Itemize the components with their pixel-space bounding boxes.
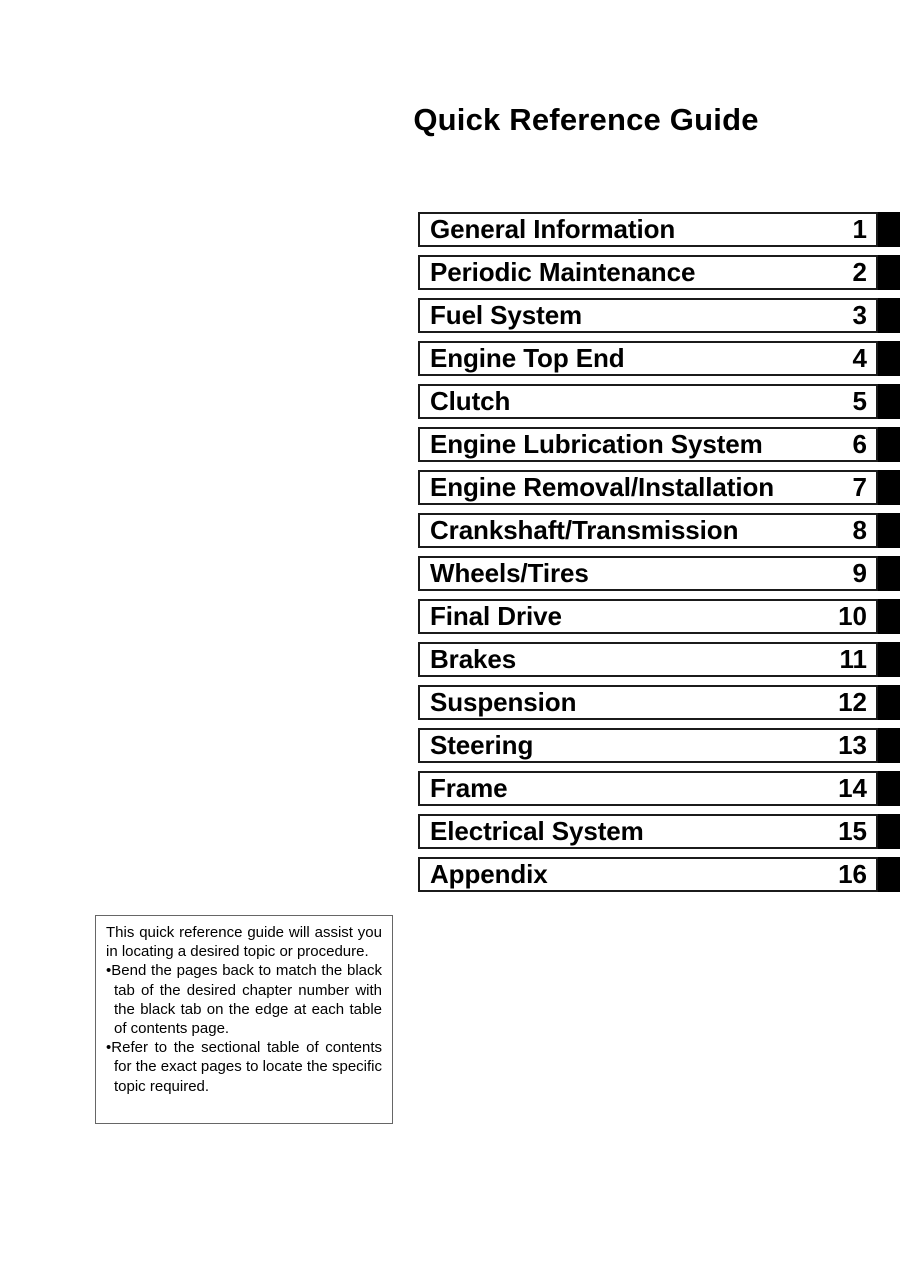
note-bullet-text: Bend the pages back to match the black t… [111,962,382,1038]
chapter-name: Fuel System [430,300,583,330]
chapter-edge-tab [878,341,900,376]
chapter-box[interactable]: Fuel System 3 [418,298,878,333]
chapter-box[interactable]: Suspension 12 [418,685,878,720]
chapter-row[interactable]: Final Drive 10 [418,599,900,642]
chapter-edge-tab [878,642,900,677]
chapter-row[interactable]: Brakes 11 [418,642,900,685]
chapter-row[interactable]: Engine Top End 4 [418,341,900,384]
chapter-number: 1 [852,214,867,244]
chapter-name: Periodic Maintenance [430,257,696,287]
chapter-row[interactable]: Engine Lubrication System 6 [418,427,900,470]
usage-instructions-box: This quick reference guide will assist y… [95,915,393,1124]
chapter-name: Engine Removal/Installation [430,472,775,502]
chapter-edge-tab [878,212,900,247]
chapter-number: 14 [838,773,867,803]
chapter-edge-tab [878,255,900,290]
chapter-edge-tab [878,298,900,333]
note-bullet-text: Refer to the sectional table of contents… [111,1039,382,1095]
chapter-number: 8 [852,515,867,545]
chapter-box[interactable]: Wheels/Tires 9 [418,556,878,591]
chapter-row[interactable]: General Information 1 [418,212,900,255]
chapter-number: 15 [838,816,867,846]
chapter-row[interactable]: Clutch 5 [418,384,900,427]
chapter-box[interactable]: Periodic Maintenance 2 [418,255,878,290]
chapter-row[interactable]: Engine Removal/Installation 7 [418,470,900,513]
chapter-row[interactable]: Fuel System 3 [418,298,900,341]
chapter-number: 3 [852,300,867,330]
chapter-name: Final Drive [430,601,562,631]
chapter-number: 7 [852,472,867,502]
chapter-box[interactable]: Frame 14 [418,771,878,806]
chapter-box[interactable]: Clutch 5 [418,384,878,419]
chapter-name: Clutch [430,386,511,416]
chapter-box[interactable]: Engine Lubrication System 6 [418,427,878,462]
chapter-box[interactable]: Steering 13 [418,728,878,763]
chapter-box[interactable]: Crankshaft/Transmission 8 [418,513,878,548]
chapter-edge-tab [878,427,900,462]
chapter-row[interactable]: Suspension 12 [418,685,900,728]
chapter-edge-tab [878,470,900,505]
note-bullet-item: •Bend the pages back to match the black … [106,961,382,1038]
chapter-edge-tab [878,384,900,419]
chapter-number: 11 [839,644,868,674]
page-title: Quick Reference Guide [0,100,900,140]
chapter-name: Electrical System [430,816,644,846]
chapter-row[interactable]: Periodic Maintenance 2 [418,255,900,298]
chapter-row[interactable]: Electrical System 15 [418,814,900,857]
chapter-edge-tab [878,599,900,634]
chapter-name: Steering [430,730,534,760]
chapter-name: Engine Top End [430,343,625,373]
chapter-edge-tab [878,814,900,849]
chapter-name: Suspension [430,687,577,717]
chapter-row[interactable]: Frame 14 [418,771,900,814]
chapter-edge-tab [878,771,900,806]
note-intro-text: This quick reference guide will assist y… [106,924,382,961]
chapter-name: Appendix [430,859,548,889]
chapter-edge-tab [878,513,900,548]
chapter-number: 9 [852,558,867,588]
chapter-tab-list: General Information 1 Periodic Maintenan… [418,212,900,900]
chapter-edge-tab [878,857,900,892]
chapter-number: 4 [852,343,867,373]
chapter-number: 16 [838,859,867,889]
chapter-box[interactable]: Engine Removal/Installation 7 [418,470,878,505]
chapter-name: General Information [430,214,676,244]
chapter-number: 6 [852,429,867,459]
chapter-box[interactable]: Engine Top End 4 [418,341,878,376]
chapter-edge-tab [878,556,900,591]
chapter-name: Wheels/Tires [430,558,589,588]
chapter-box[interactable]: Electrical System 15 [418,814,878,849]
chapter-box[interactable]: Appendix 16 [418,857,878,892]
chapter-name: Frame [430,773,508,803]
chapter-name: Brakes [430,644,517,674]
page-title-text: Quick Reference Guide [413,102,759,137]
chapter-box[interactable]: Brakes 11 [418,642,878,677]
chapter-row[interactable]: Steering 13 [418,728,900,771]
chapter-number: 12 [838,687,867,717]
chapter-number: 2 [852,257,867,287]
chapter-name: Engine Lubrication System [430,429,763,459]
note-bullet-item: •Refer to the sectional table of content… [106,1038,382,1096]
chapter-number: 5 [852,386,867,416]
chapter-row[interactable]: Crankshaft/Transmission 8 [418,513,900,556]
chapter-row[interactable]: Wheels/Tires 9 [418,556,900,599]
chapter-box[interactable]: General Information 1 [418,212,878,247]
chapter-number: 13 [838,730,867,760]
chapter-edge-tab [878,728,900,763]
chapter-row[interactable]: Appendix 16 [418,857,900,900]
chapter-name: Crankshaft/Transmission [430,515,739,545]
chapter-edge-tab [878,685,900,720]
chapter-box[interactable]: Final Drive 10 [418,599,878,634]
chapter-number: 10 [838,601,867,631]
